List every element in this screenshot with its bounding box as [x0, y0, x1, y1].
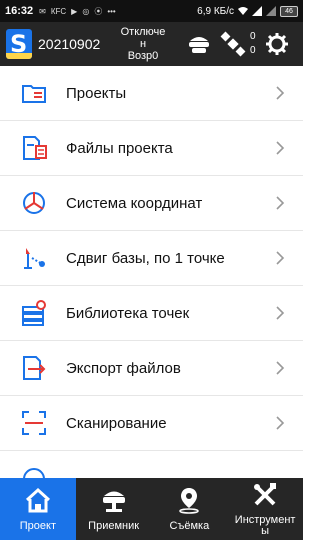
- tab-receiver[interactable]: Приемник: [76, 478, 152, 540]
- notification-icons: ✉ КFC ▶ ◎ ⦿ •••: [39, 6, 197, 17]
- menu-item-project-files[interactable]: Файлы проекта: [0, 121, 303, 176]
- menu-item-label: Сканирование: [66, 414, 167, 432]
- export-files-icon: [23, 356, 46, 380]
- app-header: S 20210902 Отключе н Возр0 0 0: [0, 22, 303, 66]
- chevron-right-icon: [276, 306, 285, 320]
- scan-icon: [22, 411, 46, 435]
- menu-item-projects[interactable]: Проекты: [0, 66, 303, 121]
- chevron-right-icon: [276, 361, 285, 375]
- app-logo: S: [6, 29, 32, 59]
- receiver-status-icon[interactable]: [186, 31, 212, 57]
- status-time: 16:32: [5, 5, 34, 17]
- chevron-right-icon: [276, 251, 285, 265]
- chevron-right-icon: [276, 196, 285, 210]
- more-notifications-icon: •••: [107, 6, 116, 16]
- tab-project[interactable]: Проект: [0, 478, 76, 540]
- menu-item-label: Сдвиг базы, по 1 точке: [66, 249, 225, 267]
- location-icon: ⦿: [94, 6, 103, 16]
- chevron-right-icon: [276, 141, 285, 155]
- network-speed: 6,9 КБ/с: [197, 5, 234, 17]
- project-files-icon: [23, 136, 47, 160]
- battery-icon: 46: [280, 5, 298, 17]
- point-library-icon: [22, 300, 46, 326]
- tab-label: Инструмент ы: [234, 514, 296, 537]
- tab-label: Съёмка: [169, 520, 210, 532]
- tab-survey[interactable]: Съёмка: [152, 478, 228, 540]
- survey-pin-icon: [179, 488, 200, 514]
- coordinate-system-icon: [23, 192, 45, 214]
- menu-item-label: Экспорт файлов: [66, 359, 181, 377]
- chevron-right-icon: [276, 86, 285, 100]
- satellite-count-bottom: 0: [250, 45, 256, 56]
- signal-icon-2: [266, 6, 276, 16]
- signal-icon: [252, 6, 262, 16]
- kfc-icon: КFC: [50, 6, 67, 16]
- target-icon: ◎: [82, 6, 90, 16]
- home-icon: [25, 487, 50, 513]
- tools-icon: [254, 483, 277, 506]
- menu-item-point-library[interactable]: Библиотека точек: [0, 286, 303, 341]
- receiver-icon: [102, 491, 125, 512]
- connection-status[interactable]: Отключе н Возр0: [108, 26, 178, 62]
- menu-item-scan[interactable]: Сканирование: [0, 396, 303, 451]
- play-icon: ▶: [71, 6, 78, 16]
- menu-item-base-shift[interactable]: Сдвиг базы, по 1 точке: [0, 231, 303, 286]
- mail-icon: ✉: [39, 6, 46, 16]
- bottom-tab-bar: Проект Приемник Съёмка Инструмент ы: [0, 478, 303, 540]
- satellite-icon[interactable]: [220, 31, 246, 57]
- status-bar: 16:32 ✉ КFC ▶ ◎ ⦿ ••• 6,9 КБ/с 46: [0, 0, 303, 22]
- menu-item-label: Система координат: [66, 194, 203, 212]
- settings-gear-icon[interactable]: [264, 31, 290, 57]
- menu-item-label: Файлы проекта: [66, 139, 173, 157]
- tab-tools[interactable]: Инструмент ы: [227, 478, 303, 540]
- tab-label: Проект: [19, 520, 56, 532]
- menu-item-export-files[interactable]: Экспорт файлов: [0, 341, 303, 396]
- wifi-icon: [238, 7, 248, 15]
- connection-status-line1: Отключе: [120, 26, 166, 38]
- menu-item-coordinate-system[interactable]: Система координат: [0, 176, 303, 231]
- project-menu: Проекты Файлы проекта Система координат: [0, 66, 303, 506]
- menu-item-label: Библиотека точек: [66, 304, 190, 322]
- connection-status-line3: Возр0: [127, 50, 159, 62]
- project-code: 20210902: [38, 36, 101, 52]
- satellite-counts: 0 0: [250, 30, 256, 58]
- satellite-count-top: 0: [250, 31, 256, 42]
- base-shift-icon: [24, 248, 45, 269]
- menu-item-label: Проекты: [66, 84, 127, 102]
- connection-status-line2: н: [139, 38, 147, 50]
- folder-list-icon: [22, 85, 46, 103]
- tab-label: Приемник: [88, 520, 140, 532]
- chevron-right-icon: [276, 416, 285, 430]
